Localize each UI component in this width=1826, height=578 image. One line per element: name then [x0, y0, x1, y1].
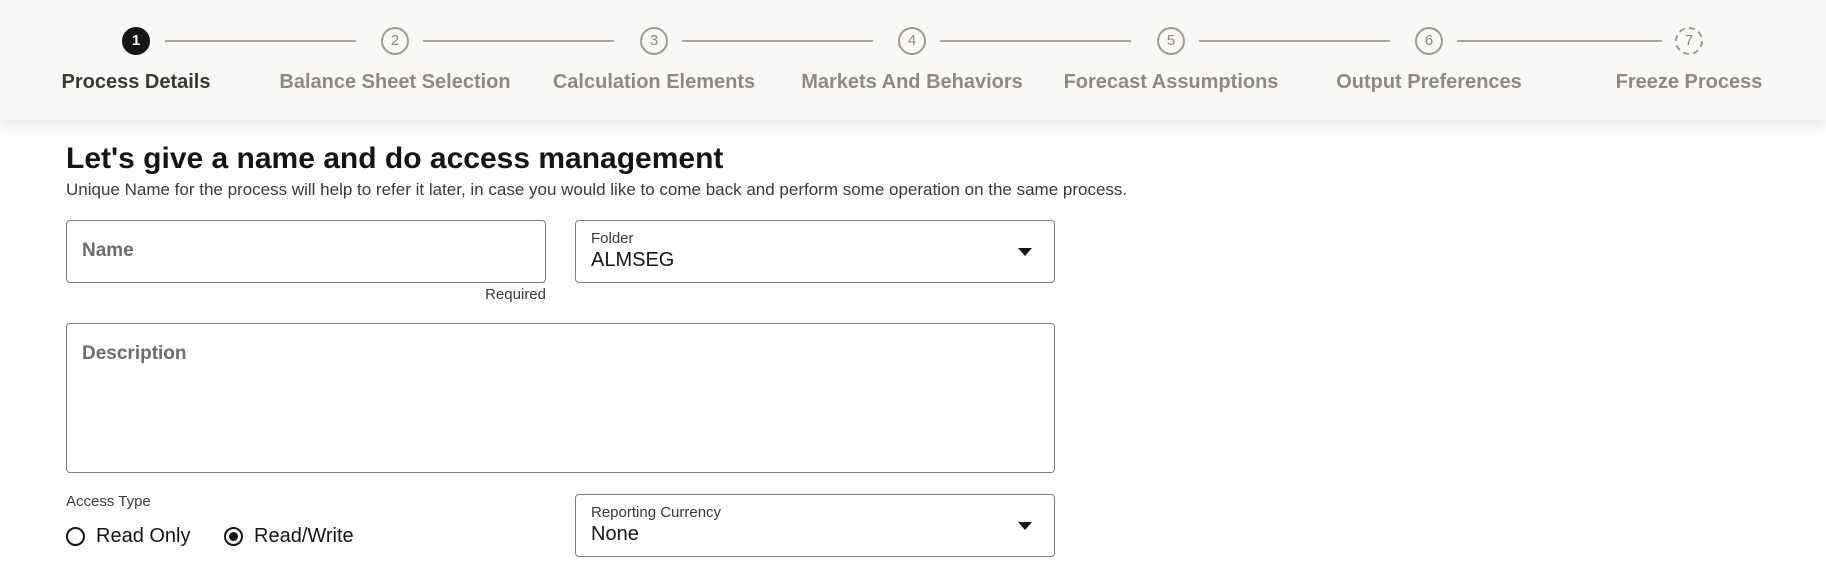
- folder-select[interactable]: Folder ALMSEG: [575, 220, 1055, 283]
- process-stepper: 1 Process Details 2 Balance Sheet Select…: [0, 0, 1826, 120]
- radio-checked-icon[interactable]: [224, 527, 243, 546]
- step-6-indicator[interactable]: 6: [1415, 27, 1443, 55]
- step-process-details[interactable]: Process Details: [0, 71, 286, 94]
- name-field[interactable]: Name: [66, 220, 546, 283]
- step-5-indicator[interactable]: 5: [1157, 27, 1185, 55]
- step-connector: [165, 40, 356, 42]
- reporting-currency-value: None: [591, 523, 639, 545]
- step-7-indicator[interactable]: 7: [1675, 27, 1703, 55]
- step-2-indicator[interactable]: 2: [381, 27, 409, 55]
- step-connector: [1457, 40, 1662, 42]
- step-connector: [940, 40, 1131, 42]
- reporting-currency-select[interactable]: Reporting Currency None: [575, 494, 1055, 557]
- read-only-label: Read Only: [96, 525, 191, 547]
- read-write-label: Read/Write: [254, 525, 354, 547]
- step-markets-and-behaviors[interactable]: Markets And Behaviors: [762, 71, 1062, 94]
- access-type-label: Access Type: [66, 493, 151, 510]
- access-read-only-radio[interactable]: Read Only: [66, 525, 191, 548]
- step-3-indicator[interactable]: 3: [640, 27, 668, 55]
- step-forecast-assumptions[interactable]: Forecast Assumptions: [1021, 71, 1321, 94]
- step-freeze-process[interactable]: Freeze Process: [1539, 71, 1826, 94]
- folder-label: Folder: [591, 230, 634, 247]
- step-4-indicator[interactable]: 4: [898, 27, 926, 55]
- process-details-form: Let's give a name and do access manageme…: [0, 120, 1826, 578]
- chevron-down-icon[interactable]: [1018, 522, 1032, 530]
- step-output-preferences[interactable]: Output Preferences: [1279, 71, 1579, 94]
- page-description: Unique Name for the process will help to…: [66, 180, 1128, 199]
- name-required-hint: Required: [485, 286, 546, 303]
- step-connector: [682, 40, 873, 42]
- description-field[interactable]: Description: [66, 323, 1055, 473]
- access-read-write-radio[interactable]: Read/Write: [224, 525, 354, 548]
- step-connector: [1199, 40, 1390, 42]
- step-1-indicator[interactable]: 1: [122, 27, 150, 55]
- page-title: Let's give a name and do access manageme…: [66, 142, 724, 175]
- chevron-down-icon[interactable]: [1018, 248, 1032, 256]
- reporting-currency-label: Reporting Currency: [591, 504, 722, 521]
- step-balance-sheet-selection[interactable]: Balance Sheet Selection: [245, 71, 545, 94]
- radio-unchecked-icon[interactable]: [66, 527, 85, 546]
- name-placeholder: Name: [82, 240, 134, 261]
- folder-value: ALMSEG: [591, 249, 675, 271]
- description-placeholder: Description: [82, 343, 187, 364]
- step-calculation-elements[interactable]: Calculation Elements: [504, 71, 804, 94]
- step-connector: [423, 40, 614, 42]
